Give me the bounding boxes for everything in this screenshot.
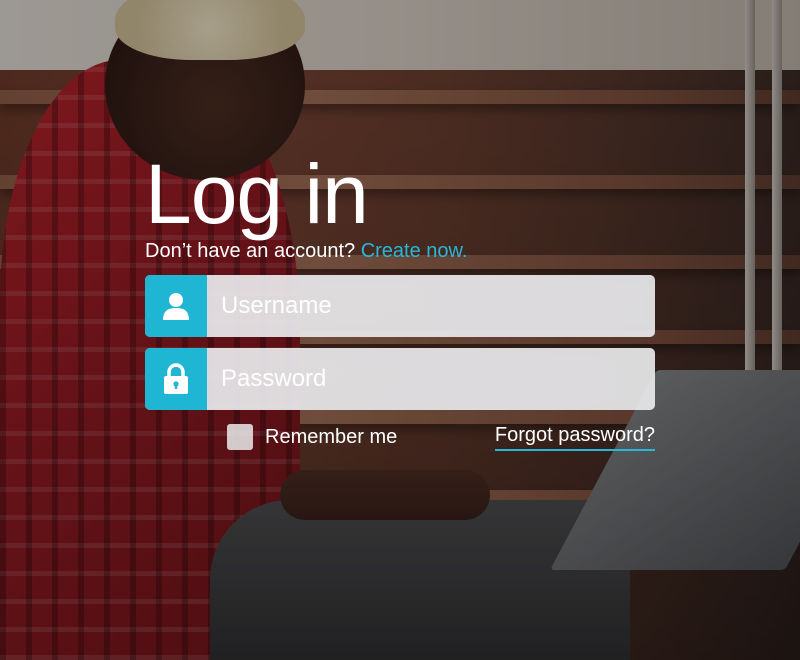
page-title: Log in: [145, 147, 369, 241]
remember-me-checkbox[interactable]: [227, 424, 253, 450]
user-icon: [145, 275, 207, 337]
username-input[interactable]: [207, 275, 651, 337]
create-account-link[interactable]: Create now.: [361, 240, 468, 262]
remember-me-label: Remember me: [265, 425, 398, 448]
username-field: [145, 275, 655, 337]
lock-icon: [145, 348, 207, 410]
remember-me-option[interactable]: Remember me: [227, 424, 397, 450]
signup-prompt-text: Don’t have an account?: [145, 240, 361, 262]
password-input[interactable]: [207, 348, 651, 410]
signup-prompt: Don’t have an account? Create now.: [145, 240, 655, 263]
password-field: [145, 348, 655, 410]
options-row: Remember me Forgot password?: [227, 424, 655, 454]
login-form: Log in Don’t have an account? Create now…: [145, 147, 655, 451]
forgot-password-link[interactable]: Forgot password?: [494, 424, 655, 451]
